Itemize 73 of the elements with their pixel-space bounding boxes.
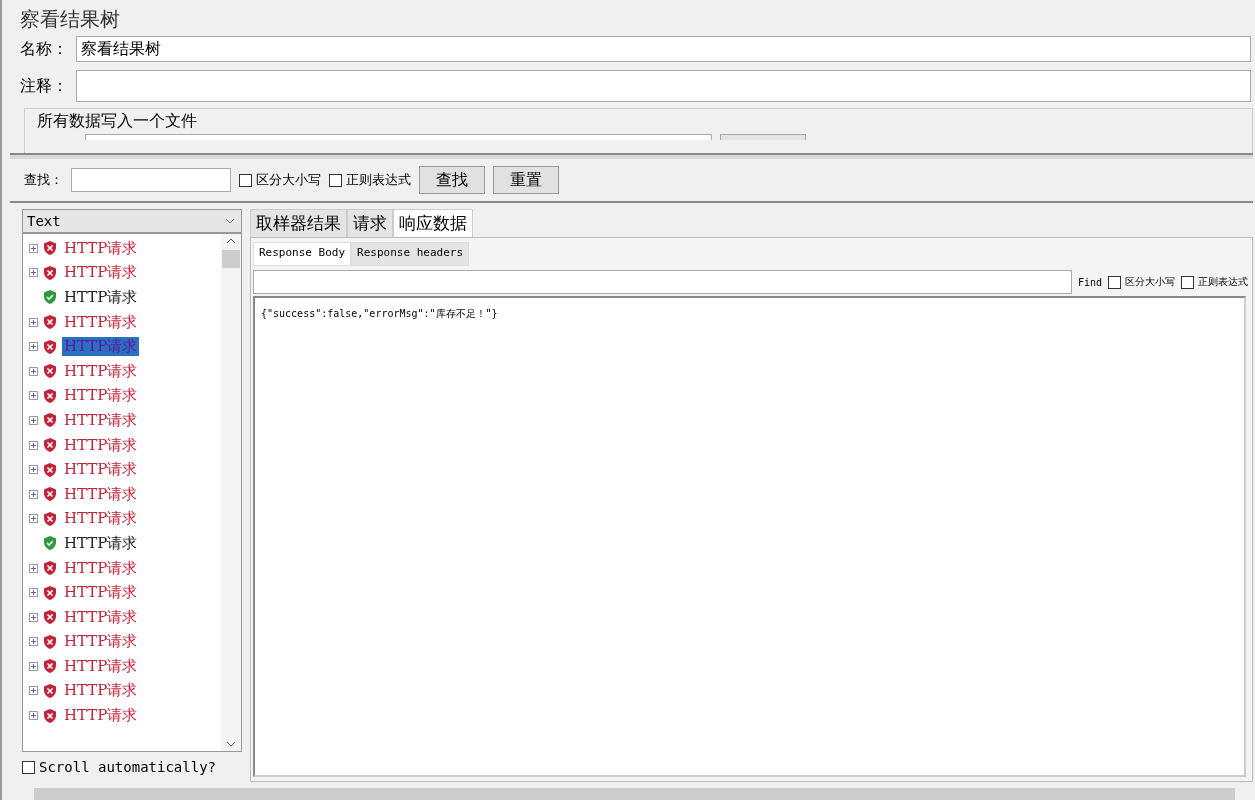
find-field[interactable]: [253, 270, 1072, 294]
expand-icon[interactable]: [29, 342, 38, 352]
renderer-dropdown[interactable]: Text: [22, 209, 242, 233]
scrollbar[interactable]: [34, 788, 1235, 800]
expand-icon[interactable]: [29, 391, 38, 401]
group-title: 所有数据写入一个文件: [36, 110, 198, 132]
search-label: 查找：: [24, 171, 63, 189]
scrollbar-thumb[interactable]: [222, 250, 240, 268]
tree-item[interactable]: HTTP请求: [62, 238, 140, 258]
tree-item[interactable]: HTTP请求: [62, 410, 140, 430]
tree-item[interactable]: HTTP请求: [62, 607, 140, 627]
scrollbar[interactable]: [221, 234, 241, 751]
tab[interactable]: Response headers: [351, 242, 470, 266]
expand-icon[interactable]: [29, 415, 38, 425]
tree-item[interactable]: HTTP请求: [62, 312, 140, 332]
expand-icon[interactable]: [29, 588, 38, 598]
tree-item[interactable]: HTTP请求: [62, 632, 140, 652]
response-text: {"success":false,"errorMsg":"库存不足！"}: [261, 308, 498, 319]
expand-icon[interactable]: [29, 661, 38, 671]
tree-item[interactable]: HTTP请求: [62, 460, 140, 480]
checkbox[interactable]: [1181, 275, 1194, 289]
search-button[interactable]: 查找: [419, 166, 485, 194]
tree-item[interactable]: HTTP请求: [62, 583, 140, 603]
tree-item[interactable]: HTTP请求: [62, 288, 140, 307]
expand-icon[interactable]: [29, 514, 38, 524]
panel-title: 察看结果树: [19, 6, 121, 33]
chevron-down-icon: [225, 218, 235, 224]
expand-icon[interactable]: [29, 465, 38, 475]
tree-item[interactable]: HTTP请求: [62, 386, 140, 406]
tree-item[interactable]: HTTP请求: [62, 681, 140, 701]
expand-icon[interactable]: [29, 711, 38, 721]
response-text-area[interactable]: {"success":false,"errorMsg":"库存不足！"}: [253, 296, 1246, 777]
checkbox-label: 区分大小写: [256, 171, 321, 189]
expand-icon[interactable]: [29, 489, 38, 499]
tab[interactable]: 响应数据: [393, 209, 473, 237]
tree-item[interactable]: HTTP请求: [62, 656, 140, 676]
checkbox[interactable]: [239, 173, 252, 187]
expand-icon[interactable]: [29, 243, 38, 253]
expand-icon[interactable]: [29, 612, 38, 622]
name-label: 名称：: [20, 38, 69, 60]
expand-icon[interactable]: [29, 366, 38, 376]
tree-item[interactable]: HTTP请求: [62, 558, 140, 578]
tab[interactable]: 取样器结果: [250, 209, 347, 237]
expand-icon[interactable]: [29, 637, 38, 647]
tree-item[interactable]: HTTP请求: [62, 484, 140, 504]
expand-icon[interactable]: [29, 563, 38, 573]
checkbox[interactable]: [329, 173, 342, 187]
chevron-up-icon: [226, 238, 236, 244]
comment-label: 注释：: [20, 75, 69, 97]
tree-item[interactable]: HTTP请求: [62, 435, 140, 455]
checkbox-label: 区分大小写: [1125, 275, 1175, 289]
checkbox-label: Scroll automatically?: [39, 759, 216, 775]
tab[interactable]: Response Body: [253, 242, 352, 266]
tree-item[interactable]: HTTP请求: [62, 263, 140, 283]
search-field[interactable]: [71, 168, 231, 192]
checkbox[interactable]: [1108, 275, 1121, 289]
comment-field[interactable]: [76, 70, 1251, 102]
tab[interactable]: 请求: [347, 209, 393, 237]
tree-item[interactable]: HTTP请求: [62, 706, 140, 726]
search-button[interactable]: 重置: [493, 166, 559, 194]
chevron-down-icon: [226, 741, 236, 747]
name-field[interactable]: 察看结果树: [76, 36, 1251, 62]
tree-item[interactable]: HTTP请求: [62, 361, 140, 381]
tree-item[interactable]: HTTP请求: [62, 509, 140, 529]
expand-icon[interactable]: [29, 440, 38, 450]
checkbox-label: 正则表达式: [346, 171, 411, 189]
tree-item[interactable]: HTTP请求: [62, 533, 140, 553]
expand-icon[interactable]: [29, 317, 38, 327]
checkbox[interactable]: [22, 760, 35, 774]
find-label: Find: [1077, 276, 1102, 288]
expand-icon[interactable]: [29, 686, 38, 696]
checkbox-label: 正则表达式: [1198, 275, 1248, 289]
expand-icon[interactable]: [29, 268, 38, 278]
